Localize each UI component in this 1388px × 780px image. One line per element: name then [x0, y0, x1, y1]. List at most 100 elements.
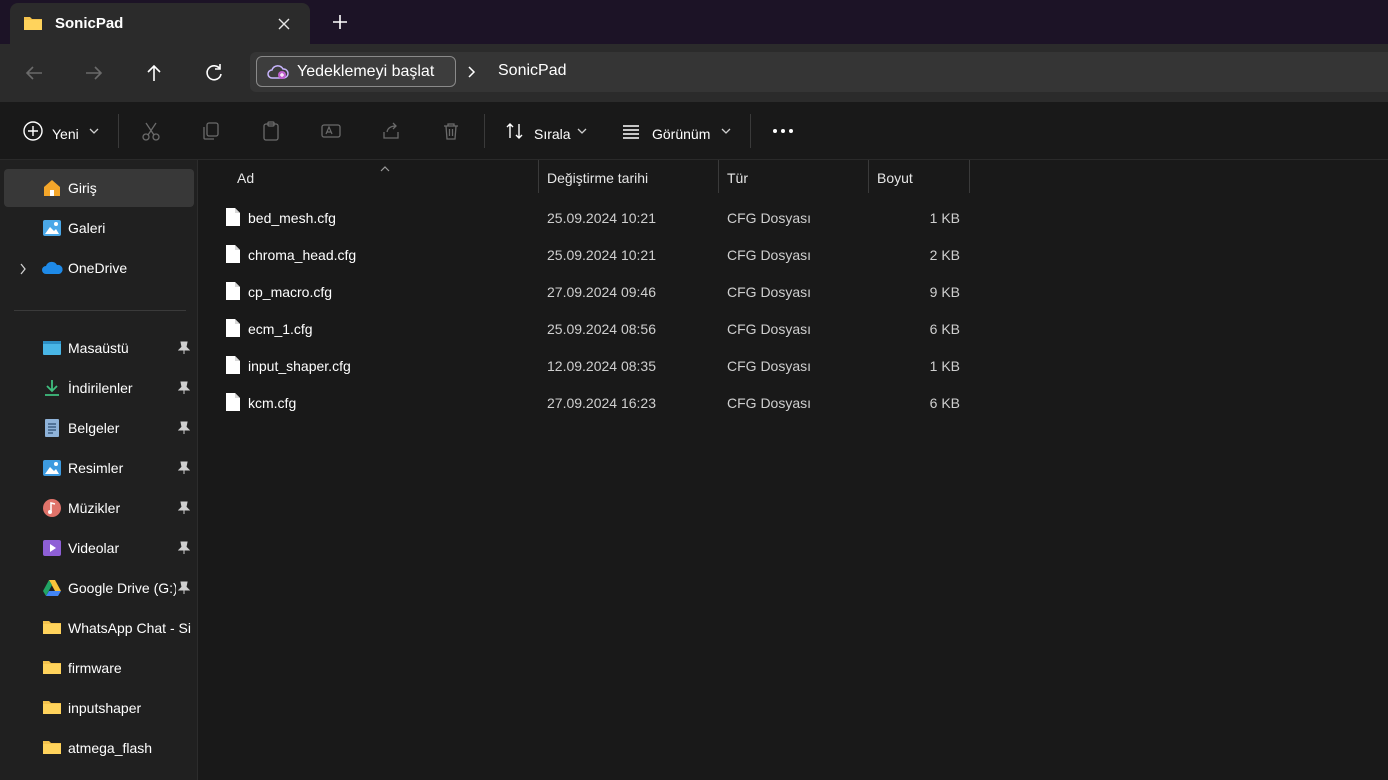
file-size: 1 KB	[929, 210, 960, 226]
chevron-down-icon[interactable]	[88, 124, 100, 148]
sidebar-item-label: Galeri	[68, 220, 106, 236]
sidebar-item-firmware[interactable]: firmware	[4, 649, 194, 687]
copy-icon[interactable]	[200, 120, 222, 144]
sort-icon[interactable]	[504, 120, 526, 144]
navigation-bar: Yedeklemeyi başlat SonicPad	[0, 44, 1388, 102]
google-drive-icon	[42, 578, 62, 598]
sidebar-item-label: Giriş	[68, 180, 97, 196]
back-icon[interactable]	[22, 61, 46, 85]
start-backup-button[interactable]: Yedeklemeyi başlat	[256, 56, 456, 87]
chevron-down-icon[interactable]	[576, 124, 588, 148]
folder-icon	[42, 618, 62, 638]
new-icon[interactable]	[22, 120, 44, 144]
more-options-icon[interactable]	[772, 124, 794, 148]
sidebar-item-desktop[interactable]: Masaüstü	[4, 329, 194, 367]
pin-icon[interactable]	[177, 341, 191, 358]
sidebar-item-downloads[interactable]: İndirilenler	[4, 369, 194, 407]
paste-icon[interactable]	[260, 120, 282, 144]
cloud-backup-icon	[267, 63, 289, 84]
sidebar-item-gallery[interactable]: Galeri	[4, 209, 194, 247]
file-type: CFG Dosyası	[727, 210, 812, 226]
folder-icon	[42, 658, 62, 678]
folder-icon	[42, 738, 62, 758]
divider	[484, 114, 485, 148]
pin-icon[interactable]	[177, 421, 191, 438]
sidebar-item-home[interactable]: Giriş	[4, 169, 194, 207]
sidebar-item-music[interactable]: Müzikler	[4, 489, 194, 527]
sidebar-item-label: firmware	[68, 660, 122, 676]
file-row[interactable]: bed_mesh.cfg 25.09.2024 10:21 CFG Dosyas…	[216, 199, 976, 236]
column-header-name[interactable]: Ad	[229, 160, 539, 193]
sidebar-item-videos[interactable]: Videolar	[4, 529, 194, 567]
sidebar-item-documents[interactable]: Belgeler	[4, 409, 194, 447]
column-header-label: Değiştirme tarihi	[547, 170, 649, 186]
rename-icon[interactable]	[320, 120, 342, 144]
file-date: 25.09.2024 10:21	[547, 210, 656, 226]
pin-icon[interactable]	[177, 501, 191, 518]
sidebar-item-label: Belgeler	[68, 420, 120, 436]
sidebar-item-label: inputshaper	[68, 700, 142, 716]
view-icon[interactable]	[620, 120, 642, 144]
file-row[interactable]: cp_macro.cfg 27.09.2024 09:46 CFG Dosyas…	[216, 273, 976, 310]
pin-icon[interactable]	[177, 541, 191, 558]
file-type: CFG Dosyası	[727, 395, 812, 411]
pictures-icon	[42, 458, 62, 478]
home-icon	[42, 178, 62, 198]
sidebar-item-google-drive[interactable]: Google Drive (G:)	[4, 569, 194, 607]
breadcrumb-current[interactable]: SonicPad	[498, 62, 567, 80]
column-header-type[interactable]: Tür	[719, 160, 869, 193]
start-backup-label: Yedeklemeyi başlat	[297, 63, 435, 80]
downloads-icon	[42, 378, 62, 398]
sidebar-item-whatsapp-chat[interactable]: WhatsApp Chat - Si	[4, 609, 194, 647]
file-icon	[224, 355, 242, 378]
sidebar-item-label: WhatsApp Chat - Si	[68, 620, 191, 636]
new-button[interactable]: Yeni	[52, 126, 79, 142]
file-list: Ad Değiştirme tarihi Tür Boyut bed_mesh.…	[199, 160, 1388, 780]
column-header-size[interactable]: Boyut	[869, 160, 970, 193]
chevron-right-icon[interactable]	[18, 262, 28, 279]
title-bar: SonicPad	[0, 0, 1388, 44]
sidebar-item-pictures[interactable]: Resimler	[4, 449, 194, 487]
file-date: 27.09.2024 09:46	[547, 284, 656, 300]
file-row[interactable]: chroma_head.cfg 25.09.2024 10:21 CFG Dos…	[216, 236, 976, 273]
pin-icon[interactable]	[177, 381, 191, 398]
cut-icon[interactable]	[140, 120, 162, 144]
file-size: 9 KB	[929, 284, 960, 300]
divider	[750, 114, 751, 148]
file-name: kcm.cfg	[248, 395, 297, 411]
chevron-down-icon[interactable]	[720, 124, 732, 148]
sidebar-item-atmega-flash[interactable]: atmega_flash	[4, 729, 194, 767]
view-button[interactable]: Görünüm	[652, 126, 710, 142]
add-tab-icon[interactable]	[330, 12, 350, 32]
file-name: input_shaper.cfg	[248, 358, 351, 374]
chevron-right-icon[interactable]	[466, 63, 478, 84]
divider	[14, 310, 186, 311]
delete-icon[interactable]	[440, 120, 462, 144]
folder-icon	[23, 14, 43, 35]
sidebar-item-label: Google Drive (G:)	[68, 580, 176, 596]
file-size: 6 KB	[929, 321, 960, 337]
tab-sonicpad[interactable]: SonicPad	[10, 3, 310, 44]
file-row[interactable]: ecm_1.cfg 25.09.2024 08:56 CFG Dosyası 6…	[216, 310, 976, 347]
sidebar-item-label: Resimler	[68, 460, 124, 476]
file-icon	[224, 244, 242, 267]
column-header-label: Tür	[727, 170, 748, 186]
pin-icon[interactable]	[177, 581, 191, 598]
refresh-icon[interactable]	[202, 61, 226, 85]
sort-button[interactable]: Sırala	[534, 126, 571, 142]
pin-icon[interactable]	[177, 461, 191, 478]
sidebar-item-onedrive[interactable]: OneDrive	[4, 249, 194, 287]
file-icon	[224, 207, 242, 230]
up-icon[interactable]	[142, 61, 166, 85]
sidebar-item-label: atmega_flash	[68, 740, 153, 756]
file-row[interactable]: kcm.cfg 27.09.2024 16:23 CFG Dosyası 6 K…	[216, 384, 976, 421]
file-row[interactable]: input_shaper.cfg 12.09.2024 08:35 CFG Do…	[216, 347, 976, 384]
file-size: 6 KB	[929, 395, 960, 411]
address-bar[interactable]: Yedeklemeyi başlat SonicPad	[250, 52, 1388, 92]
file-date: 25.09.2024 10:21	[547, 247, 656, 263]
forward-icon[interactable]	[82, 61, 106, 85]
share-icon[interactable]	[380, 120, 402, 144]
column-header-date[interactable]: Değiştirme tarihi	[539, 160, 719, 193]
sidebar-item-inputshaper[interactable]: inputshaper	[4, 689, 194, 727]
close-icon[interactable]	[274, 14, 294, 34]
